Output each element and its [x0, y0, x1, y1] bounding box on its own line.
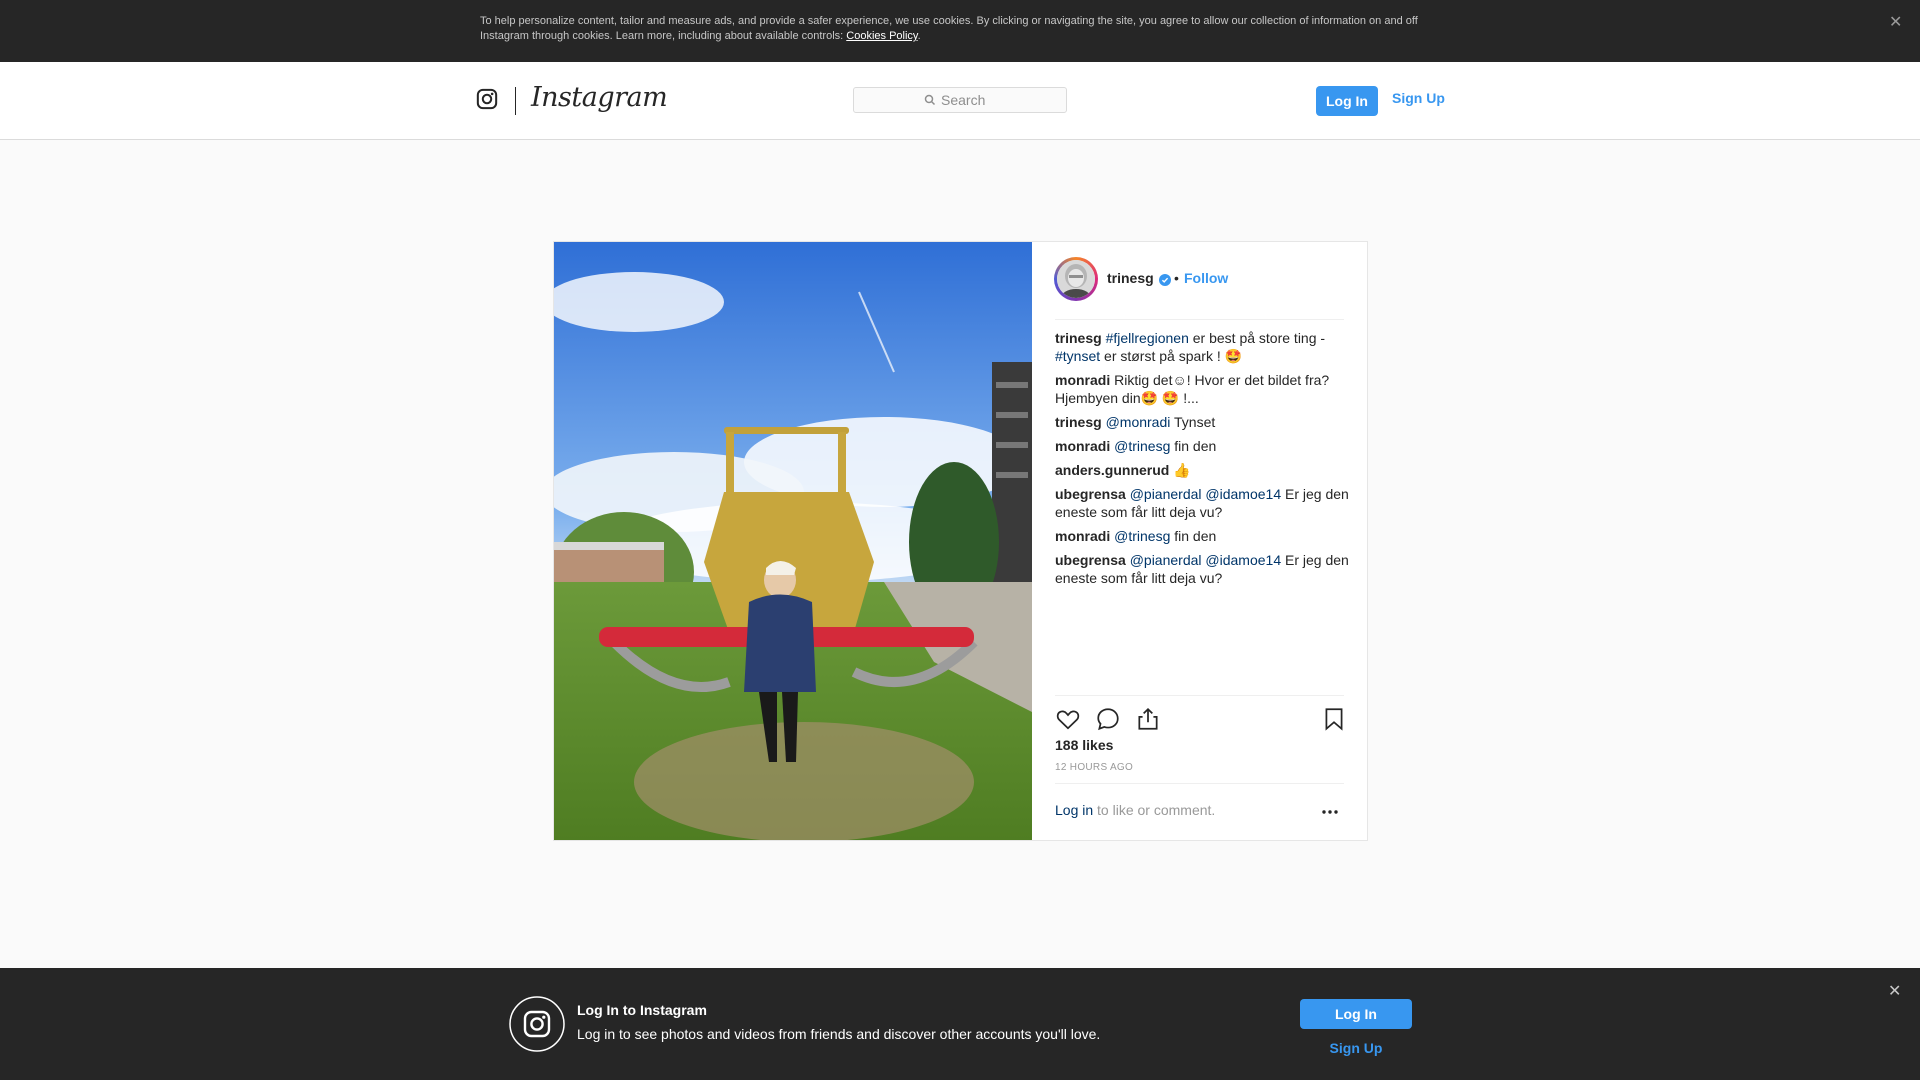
comment-username[interactable]: trinesg [1055, 330, 1102, 346]
login-button[interactable]: Log In [1316, 86, 1378, 116]
comment-tag-link[interactable]: @pianerdal [1130, 552, 1202, 568]
follow-button[interactable]: Follow [1184, 270, 1228, 286]
cookies-policy-link[interactable]: Cookies Policy [846, 30, 917, 42]
instagram-logo-icon [509, 996, 565, 1052]
comment-item: ubegrensa @pianerdal @idamoe14 Er jeg de… [1055, 485, 1350, 521]
comment-text: er best på store ting - [1188, 330, 1326, 346]
comment-item: ubegrensa @pianerdal @idamoe14 Er jeg de… [1055, 551, 1350, 587]
comment-text: fin den [1170, 438, 1217, 454]
instagram-wordmark[interactable]: Instagram [531, 82, 668, 113]
login-to-comment: Log in to like or comment. [1055, 802, 1215, 818]
comment-text: 👍 [1173, 462, 1191, 478]
share-icon[interactable] [1135, 706, 1161, 732]
comment-icon[interactable] [1095, 706, 1121, 732]
actions-divider [1055, 695, 1344, 696]
post-author-username[interactable]: trinesg [1107, 270, 1154, 286]
logo-divider [515, 87, 516, 115]
post-photo[interactable] [554, 242, 1032, 840]
comment-tag-link[interactable]: @pianerdal [1130, 486, 1202, 502]
comments-list: trinesg #fjellregionen er best på store … [1055, 329, 1350, 593]
comment-tag-link[interactable]: @monradi [1106, 414, 1171, 430]
comment-username[interactable]: anders.gunnerud [1055, 462, 1169, 478]
comment-item: monradi @trinesg fin den [1055, 527, 1350, 545]
login-bar-text: Log in to see photos and videos from fri… [577, 1026, 1101, 1042]
cookie-banner: To help personalize content, tailor and … [0, 0, 1920, 62]
comment-username[interactable]: monradi [1055, 528, 1110, 544]
login-inline-link[interactable]: Log in [1055, 802, 1093, 818]
login-bar-login-button[interactable]: Log In [1300, 999, 1412, 1029]
login-bar-title: Log In to Instagram [577, 1002, 707, 1018]
search-icon [924, 94, 936, 106]
comment-tag-link[interactable]: #tynset [1055, 348, 1100, 364]
verified-badge-icon [1159, 274, 1171, 286]
post-timestamp[interactable]: 12 HOURS AGO [1055, 762, 1133, 773]
comment-text: er størst på spark ! 🤩 [1100, 348, 1243, 364]
footer-divider [1055, 783, 1344, 784]
comment-username[interactable]: ubegrensa [1055, 486, 1126, 502]
instagram-logo-icon[interactable] [476, 88, 498, 110]
bookmark-icon[interactable] [1321, 706, 1347, 732]
comment-item: anders.gunnerud 👍 [1055, 461, 1350, 479]
login-bar [0, 968, 1920, 1080]
signup-link[interactable]: Sign Up [1392, 90, 1445, 106]
comment-tag-link[interactable]: @idamoe14 [1205, 552, 1281, 568]
login-bar-close-icon[interactable]: ✕ [1888, 984, 1904, 1000]
comment-item: trinesg @monradi Tynset [1055, 413, 1350, 431]
search-input[interactable]: Search [853, 87, 1067, 113]
cookie-message: To help personalize content, tailor and … [480, 15, 1418, 42]
comment-text: fin den [1170, 528, 1217, 544]
cookie-close-icon[interactable]: ✕ [1889, 15, 1905, 31]
more-options-icon[interactable] [1320, 800, 1340, 820]
comment-item: monradi Riktig det☺! Hvor er det bildet … [1055, 371, 1350, 407]
comment-text: Tynset [1170, 414, 1216, 430]
comment-item: trinesg #fjellregionen er best på store … [1055, 329, 1350, 365]
author-avatar[interactable] [1057, 260, 1095, 298]
comment-tag-link[interactable]: @trinesg [1114, 528, 1170, 544]
likes-count[interactable]: 188 likes [1055, 737, 1113, 753]
login-bar-signup-link[interactable]: Sign Up [1300, 1040, 1412, 1056]
comment-username[interactable]: monradi [1055, 438, 1110, 454]
cookie-text: To help personalize content, tailor and … [480, 15, 1418, 42]
comment-username[interactable]: ubegrensa [1055, 552, 1126, 568]
comment-tag-link[interactable]: @idamoe14 [1205, 486, 1281, 502]
comment-tag-link[interactable]: @trinesg [1114, 438, 1170, 454]
search-placeholder: Search [941, 92, 986, 108]
comment-username[interactable]: monradi [1055, 372, 1110, 388]
comment-tag-link[interactable]: #fjellregionen [1106, 330, 1189, 346]
comment-username[interactable]: trinesg [1055, 414, 1102, 430]
separator-dot: • [1174, 270, 1179, 286]
login-hint-suffix: to like or comment. [1093, 802, 1216, 818]
comment-item: monradi @trinesg fin den [1055, 437, 1350, 455]
heart-icon[interactable] [1055, 706, 1081, 732]
header-divider [1055, 319, 1344, 320]
